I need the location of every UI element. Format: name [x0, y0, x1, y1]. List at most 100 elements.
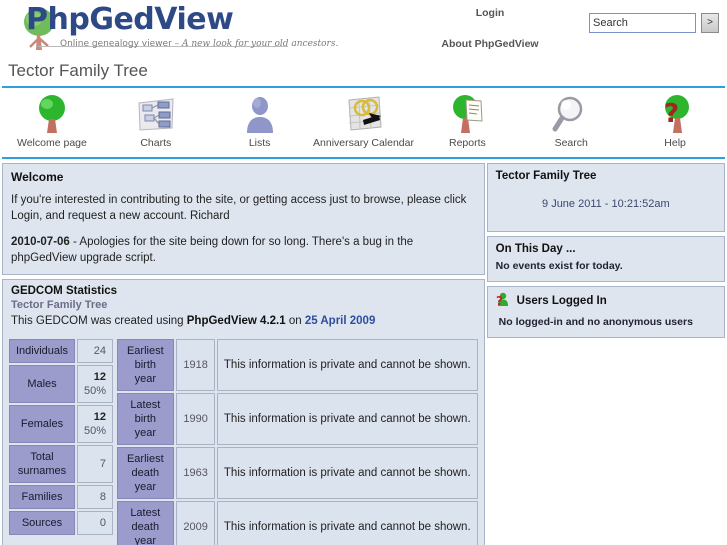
stat-value: 8	[76, 485, 114, 509]
welcome-news: 2010-07-06 - Apologies for the site bein…	[11, 234, 476, 266]
stat-value: 12 50%	[76, 365, 114, 403]
table-row: Latest birth year 1990 This information …	[117, 393, 478, 445]
table-row: Earliest birth year 1918 This informatio…	[117, 339, 478, 391]
stat-label: Families	[9, 485, 75, 509]
stat-percent: 50%	[83, 425, 107, 437]
stat-label: Earliest birth year	[117, 339, 174, 391]
stat-number: 12	[93, 371, 107, 383]
stat-percent: 50%	[83, 385, 107, 397]
logo-wordmark: PhpGedView	[26, 2, 234, 37]
stat-value: 1918	[175, 339, 215, 391]
tree-icon	[0, 94, 104, 136]
main-column: Welcome If you're interested in contribu…	[2, 163, 485, 545]
nav-item-lists[interactable]: Lists	[208, 94, 312, 154]
created-prefix: This GEDCOM was created using	[11, 315, 187, 327]
stat-label: Males	[9, 365, 75, 403]
stat-number: 12	[93, 411, 107, 423]
user-status-icon: ?	[496, 292, 509, 310]
stat-value: 7	[76, 445, 114, 483]
stat-label: Total surnames	[9, 445, 75, 483]
stat-number: 24	[93, 345, 107, 357]
about-link[interactable]: About PhpGedView	[410, 37, 570, 52]
nav-label: Welcome page	[17, 137, 87, 149]
header-links: Login About PhpGedView	[410, 6, 570, 52]
sidebar-column: Tector Family Tree 9 June 2011 - 10:21:5…	[486, 163, 725, 342]
table-row: Sources 0	[9, 511, 114, 535]
table-row: Males 12 50%	[9, 365, 114, 403]
nav-item-reports[interactable]: Reports	[415, 94, 519, 154]
welcome-panel: Welcome If you're interested in contribu…	[2, 163, 485, 275]
search-submit-button[interactable]: >	[701, 13, 719, 33]
on-this-day-body: No events exist for today.	[495, 260, 623, 272]
nav-item-anniversary-calendar[interactable]: Anniversary Calendar	[312, 94, 416, 154]
stat-number: 8	[99, 491, 107, 503]
gedcom-stats-header: GEDCOM Statistics Tector Family Tree Thi…	[2, 279, 485, 333]
created-date[interactable]: 25 April 2009	[305, 315, 376, 327]
login-link[interactable]: Login	[410, 6, 570, 21]
nav-item-search[interactable]: Search	[519, 94, 623, 154]
tree-panel-datetime: 9 June 2011 - 10:21:52am	[542, 198, 670, 210]
news-date: 2010-07-06	[11, 236, 70, 248]
nav-label: Lists	[248, 137, 271, 149]
stat-value: 24	[76, 339, 114, 363]
stat-label: Latest death year	[117, 501, 174, 545]
gedcom-heading: GEDCOM Statistics	[11, 285, 118, 297]
on-this-day-panel: On This Day ... No events exist for toda…	[486, 236, 725, 282]
nav-label: Anniversary Calendar	[313, 137, 414, 149]
stat-value: 2009	[175, 501, 215, 545]
stat-note: This information is private and cannot b…	[216, 339, 478, 391]
stat-note: This information is private and cannot b…	[216, 501, 478, 545]
nav-label: Charts	[140, 137, 172, 149]
search-input[interactable]	[589, 13, 696, 33]
stat-label: Sources	[9, 511, 75, 535]
nav-item-charts[interactable]: Charts	[104, 94, 208, 154]
stat-note: This information is private and cannot b…	[216, 393, 478, 445]
table-row: Individuals 24	[9, 339, 114, 363]
svg-text:?: ?	[496, 294, 503, 307]
users-logged-in-title: Users Logged In	[516, 294, 607, 307]
gedcom-stats-body: Individuals 24 Males 12 50% Females 12 5…	[2, 333, 485, 545]
logo-tagline: Online genealogy viewer – A new look for…	[60, 39, 338, 49]
page-root: PhpGedView Online genealogy viewer – A n…	[0, 0, 727, 545]
stat-value: 0	[76, 511, 114, 535]
users-logged-in-panel: ? Users Logged In No logged-in and no an…	[486, 286, 725, 338]
nav-label: Help	[664, 137, 686, 149]
stat-note: This information is private and cannot b…	[216, 447, 478, 499]
nav-label: Reports	[448, 137, 486, 149]
site-header: PhpGedView Online genealogy viewer – A n…	[0, 0, 727, 57]
nav-item-welcome-page[interactable]: Welcome page	[0, 94, 104, 154]
icon-navigation-bar: Welcome page Charts Lists Anniversary Ca…	[0, 88, 727, 154]
tagline-plain: Online genealogy viewer –	[60, 39, 182, 49]
users-title-row: ? Users Logged In	[496, 292, 716, 310]
nav-item-help[interactable]: ? Help	[623, 94, 727, 154]
tree-panel-title: Tector Family Tree	[495, 170, 597, 182]
site-logo[interactable]: PhpGedView Online genealogy viewer – A n…	[8, 2, 338, 54]
news-text: - Apologies for the site being down for …	[11, 236, 414, 264]
stat-label: Earliest death year	[117, 447, 174, 499]
stats-table-right: Earliest birth year 1918 This informatio…	[115, 337, 480, 545]
page-title: Tector Family Tree	[8, 61, 148, 80]
on-this-day-title: On This Day ...	[495, 243, 576, 255]
person-icon	[208, 94, 312, 136]
table-row: Total surnames 7	[9, 445, 114, 483]
stat-value: 1963	[175, 447, 215, 499]
created-version: PhpGedView 4.2.1	[186, 315, 286, 327]
table-row: Families 8	[9, 485, 114, 509]
stat-value: 12 50%	[76, 405, 114, 443]
logo-text-ged: Ged	[89, 2, 155, 37]
content-area: Welcome If you're interested in contribu…	[0, 159, 727, 545]
gedcom-subtitle: Tector Family Tree	[11, 299, 108, 311]
table-row: Latest death year 2009 This information …	[117, 501, 478, 545]
tagline-italic: A new look for your old ancestors.	[182, 39, 339, 49]
table-row: Females 12 50%	[9, 405, 114, 443]
gedcom-created-line: This GEDCOM was created using PhpGedView…	[11, 313, 476, 329]
logo-text-php: Php	[26, 2, 90, 37]
search-box: >	[589, 13, 719, 33]
stat-number: 7	[99, 458, 107, 470]
svg-text:?: ?	[664, 99, 679, 129]
chart-icon	[104, 94, 208, 136]
help-icon: ?	[623, 94, 727, 136]
magnifier-icon	[519, 94, 623, 136]
welcome-heading: Welcome	[11, 170, 64, 184]
stat-value: 1990	[175, 393, 215, 445]
